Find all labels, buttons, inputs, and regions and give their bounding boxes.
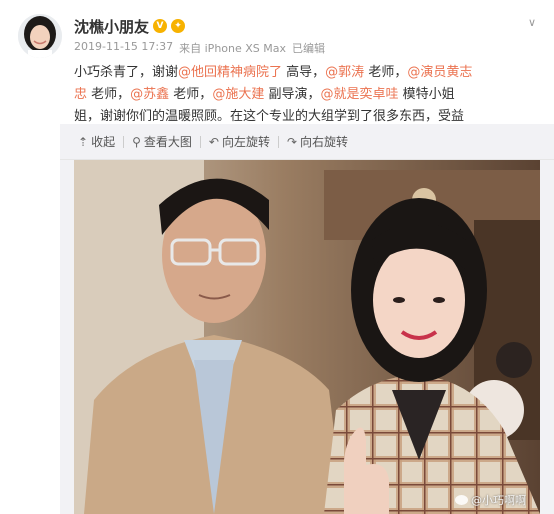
content-text: 高导， [282,65,326,80]
post-header: 沈樵小朋友 V ✦ ∨ 2019-11-15 17:37 来自 iPhone X… [74,14,542,56]
verified-badge-icon: V [153,19,168,33]
rotate-left-button[interactable]: ↶ 向左旋转 [201,133,278,150]
weibo-post: 沈樵小朋友 V ✦ ∨ 2019-11-15 17:37 来自 iPhone X… [0,0,554,514]
magnifier-icon: ⚲ [132,134,141,149]
member-badge-icon: ✦ [171,19,186,33]
source-device[interactable]: iPhone XS Max [205,42,286,55]
mention-link[interactable]: @就是奕卓哇 [320,87,398,102]
mention-link[interactable]: @施大建 [212,87,264,102]
post-photo[interactable]: @小巧啊啊 [74,160,540,514]
mention-link[interactable]: @他回精神病院了 [178,65,282,80]
chevron-down-icon[interactable]: ∨ [528,16,536,29]
collapse-label: 收起 [91,135,116,149]
content-text: 老师， [364,65,408,80]
rotate-right-label: 向右旋转 [300,135,349,149]
mention-link[interactable]: @苏鑫 [130,87,169,102]
post-datetime[interactable]: 2019-11-15 17:37 [74,40,173,56]
mention-link[interactable]: @郭涛 [325,65,364,80]
weibo-logo-icon [455,495,468,505]
rotate-right-icon: ↷ [286,134,298,149]
rotate-right-button[interactable]: ↷ 向右旋转 [279,133,356,150]
avatar[interactable] [18,14,62,58]
content-text: 小巧杀青了，谢谢 [74,65,179,80]
rotate-left-icon: ↶ [208,134,219,149]
photo-watermark: @小巧啊啊 [455,492,526,508]
edited-label[interactable]: 已编辑 [292,40,325,56]
content-text: 老师， [169,87,213,102]
content-text: 老师， [87,87,131,102]
source-prefix: 来自 [179,42,202,55]
view-large-label: 查看大图 [143,135,192,149]
post-meta: 2019-11-15 17:37 来自 iPhone XS Max 已编辑 [74,40,542,56]
author-name[interactable]: 沈樵小朋友 [74,16,149,37]
view-large-button[interactable]: ⚲ 查看大图 [124,133,200,150]
content-text: 副导演， [264,87,321,102]
collapse-icon: ⇡ [78,134,89,149]
image-toolbar: ⇡ 收起 ⚲ 查看大图 ↶ 向左旋转 ↷ 向右旋转 [60,124,554,160]
collapse-button[interactable]: ⇡ 收起 [70,133,123,150]
watermark-text: @小巧啊啊 [471,494,526,507]
photo-illustration [74,160,540,514]
rotate-left-label: 向左旋转 [221,135,270,149]
photo-area: @小巧啊啊 [60,160,554,514]
